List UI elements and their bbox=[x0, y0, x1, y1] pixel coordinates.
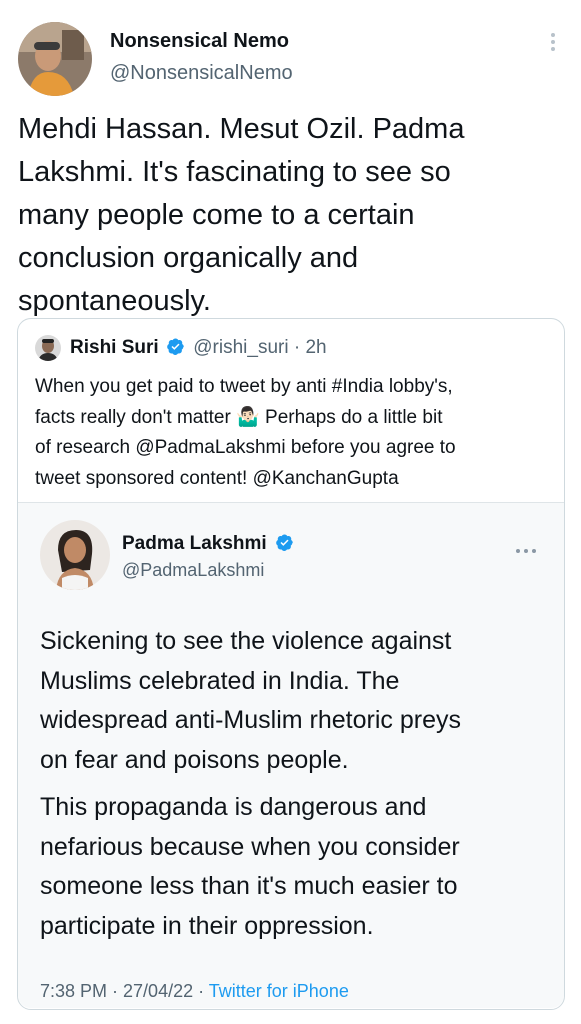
tweet-line: Lakshmi. It's fascinating to see so bbox=[18, 156, 451, 188]
embedded-header: Padma Lakshmi bbox=[122, 533, 294, 555]
embedded-avatar[interactable] bbox=[40, 520, 110, 590]
tweet-line: Sickening to see the violence against bbox=[40, 627, 452, 655]
more-options-icon[interactable] bbox=[551, 30, 555, 54]
tweet-line: participate in their oppression. bbox=[40, 911, 374, 940]
profile-photo bbox=[18, 22, 92, 96]
main-display-name[interactable]: Nonsensical Nemo bbox=[110, 30, 289, 53]
main-tweet-text: Mehdi Hassan. Mesut Ozil. Padma Lakshmi.… bbox=[18, 108, 464, 323]
paragraph: Sickening to see the violence against Mu… bbox=[40, 622, 461, 780]
tweet-line: someone less than it's much easier to bbox=[40, 872, 458, 900]
tweet-line: facts really don't matter 🤷🏻‍♂️ Perhaps … bbox=[35, 406, 443, 428]
quoted-tweet-text: When you get paid to tweet by anti #Indi… bbox=[35, 372, 456, 494]
tweet-line: conclusion organically and bbox=[18, 242, 359, 274]
tweet-line: Mehdi Hassan. Mesut Ozil. Padma bbox=[18, 113, 465, 145]
embedded-tweet-text: Sickening to see the violence against Mu… bbox=[40, 622, 461, 946]
tweet-line: spontaneously. bbox=[18, 285, 211, 317]
tweet-line: on fear and poisons people. bbox=[40, 745, 349, 774]
avatar[interactable] bbox=[18, 22, 92, 96]
tweet-line: This propaganda is dangerous and bbox=[40, 793, 427, 821]
paragraph: This propaganda is dangerous and nefario… bbox=[40, 788, 461, 946]
embedded-display-name[interactable]: Padma Lakshmi bbox=[122, 533, 267, 554]
tweet-line: nefarious because when you consider bbox=[40, 832, 460, 861]
profile-photo bbox=[35, 335, 61, 361]
main-handle[interactable]: @NonsensicalNemo bbox=[110, 62, 293, 85]
quoted-handle[interactable]: @rishi_suri bbox=[193, 337, 288, 358]
profile-photo bbox=[40, 520, 110, 590]
quoted-header: Rishi Suri @rishi_suri · 2h bbox=[70, 337, 327, 359]
tweet-metadata: 7:38 PM · 27/04/22 · Twitter for iPhone bbox=[40, 981, 349, 1002]
timestamp[interactable]: 7:38 PM · 27/04/22 · bbox=[40, 981, 209, 1001]
separator-dot: · bbox=[293, 337, 301, 359]
verified-badge-icon bbox=[276, 534, 293, 551]
more-options-icon[interactable] bbox=[514, 540, 538, 558]
tweet-line: tweet sponsored content! @KanchanGupta bbox=[35, 467, 399, 489]
embedded-handle[interactable]: @PadmaLakshmi bbox=[122, 560, 264, 581]
tweet-line: widespread anti-Muslim rhetoric preys bbox=[40, 706, 461, 734]
quoted-avatar[interactable] bbox=[35, 335, 61, 361]
tweet-line: Muslims celebrated in India. The bbox=[40, 666, 400, 695]
quoted-time[interactable]: 2h bbox=[305, 337, 326, 358]
verified-badge-icon bbox=[167, 338, 184, 355]
tweet-line: many people come to a certain bbox=[18, 199, 415, 231]
source-link[interactable]: Twitter for iPhone bbox=[209, 981, 349, 1001]
quoted-display-name[interactable]: Rishi Suri bbox=[70, 337, 159, 358]
tweet-line: of research @PadmaLakshmi before you agr… bbox=[35, 437, 456, 458]
tweet-line: When you get paid to tweet by anti #Indi… bbox=[35, 376, 453, 397]
